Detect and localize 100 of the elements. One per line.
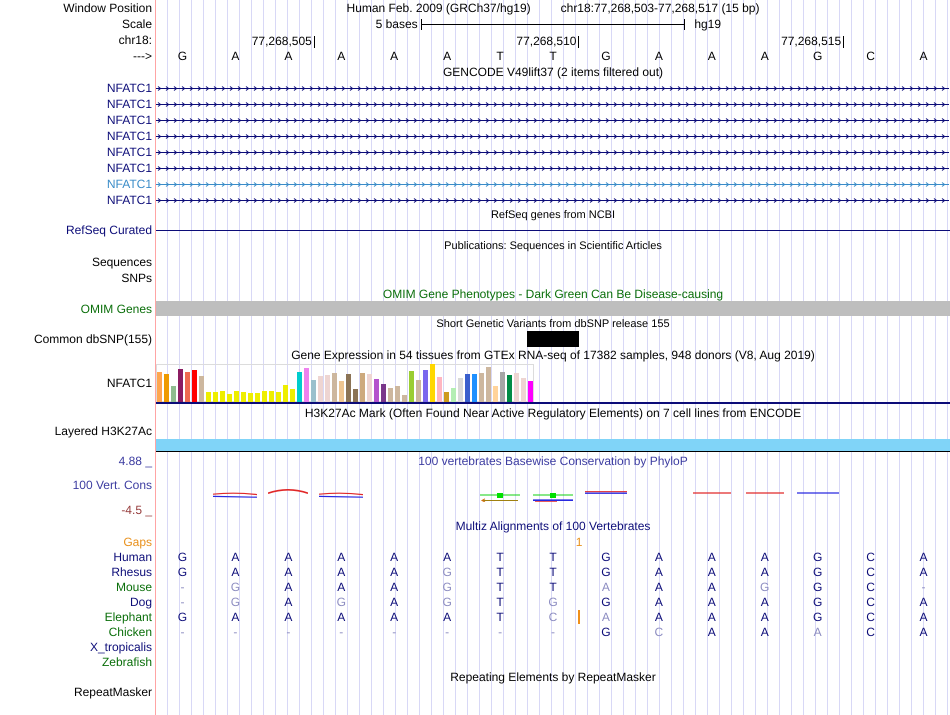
aligned-base: G (601, 564, 611, 578)
track-label: OMIM Genes (80, 302, 152, 316)
aligned-base: A (284, 594, 292, 608)
aligned-base: C (866, 564, 875, 578)
track-label: RepeatMasker (74, 685, 152, 699)
aligned-base: A (337, 564, 346, 578)
aligned-base: A (760, 624, 769, 638)
conservation-mark (268, 489, 308, 494)
aligned-base: G (601, 594, 611, 608)
aligned-base: A (443, 610, 452, 624)
conservation-mark (746, 492, 784, 494)
conservation-mark (532, 493, 573, 502)
aligned-base: A (443, 550, 452, 564)
aligned-base: A (390, 610, 398, 624)
aligned-base: A (920, 550, 928, 564)
aligned-base: C (866, 610, 875, 624)
aligned-base: A (337, 610, 346, 624)
aligned-base: G (178, 610, 188, 624)
aligned-base: T (549, 564, 557, 578)
aligned-base: A (760, 564, 769, 578)
base-letter: T (496, 49, 504, 63)
aligned-base: G (812, 594, 822, 608)
aligned-base: A (390, 564, 398, 578)
position-label: 77,268,515 (781, 34, 842, 48)
aligned-base: T (549, 550, 557, 564)
track-title: OMIM Gene Phenotypes - Dark Green Can Be Disease-causing (382, 286, 724, 300)
track-label: SNPs (121, 271, 152, 285)
base-letter: A (337, 49, 346, 63)
aligned-base: G (442, 580, 452, 594)
base-letter: A (390, 49, 398, 63)
row-label: chr18: (118, 33, 152, 47)
aligned-base: A (760, 594, 769, 608)
aligned-base: A (708, 564, 716, 578)
species-label: Dog (130, 594, 152, 608)
aligned-base: T (496, 550, 504, 564)
aligned-base: A (654, 610, 663, 624)
aligned-base: - (498, 624, 502, 638)
aligned-base: G (601, 550, 611, 564)
aligned-base: A (760, 610, 769, 624)
aligned-base: A (920, 594, 928, 608)
aligned-base: C (866, 624, 875, 638)
aligned-base: T (496, 610, 504, 624)
aligned-base: G (230, 580, 240, 594)
aligned-base: A (284, 564, 292, 578)
position-label: 77,268,510 (516, 34, 576, 48)
track-label: 100 Vert. Cons (72, 478, 152, 492)
aligned-base: G (812, 564, 822, 578)
species-label: Rhesus (111, 564, 152, 578)
aligned-base: G (230, 594, 240, 608)
aligned-base: T (496, 580, 504, 594)
track-title: 100 vertebrates Basewise Conservation by PhyloP (418, 454, 688, 468)
aligned-base: A (337, 580, 346, 594)
track-title: Repeating Elements by RepeatMasker (450, 670, 656, 684)
ruler-tick (578, 36, 580, 48)
aligned-base: G (178, 550, 188, 564)
species-label: X_tropicalis (90, 640, 152, 654)
position-text: chr18:77,268,503-77,268,517 (15 bp) (560, 1, 760, 15)
aligned-base: - (180, 594, 184, 608)
gap-count: 1 (576, 534, 582, 548)
track-title: Publications: Sequences in Scientific Articles (444, 240, 662, 252)
track-title: GENCODE V49lift37 (2 items filtered out) (442, 65, 664, 79)
aligned-base: - (550, 624, 555, 638)
aligned-base: G (336, 594, 346, 608)
base-letter: G (812, 49, 822, 63)
gene-label: NFATC1 (106, 376, 152, 390)
aligned-base: A (760, 550, 769, 564)
conservation-mark (584, 491, 627, 494)
aligned-base: G (812, 610, 822, 624)
aligned-base: T (496, 594, 504, 608)
gene-label: NFATC1 (106, 81, 152, 95)
track-title: Multiz Alignments of 100 Vertebrates (456, 519, 650, 533)
track-title: Gene Expression in 54 tissues from GTEx RNA-seq of 17382 samples, 948 donors (V8, Aug 2019) (291, 348, 815, 362)
gene-label: NFATC1 (106, 129, 152, 143)
aligned-base: C (866, 550, 875, 564)
aligned-base: - (445, 624, 450, 638)
aligned-base: G (442, 564, 452, 578)
aligned-base: G (548, 594, 558, 608)
aligned-base: C (866, 580, 875, 594)
track-label: Common dbSNP(155) (34, 332, 152, 346)
aligned-base: A (602, 610, 610, 624)
row-label: Window Position (63, 1, 152, 15)
aligned-base: G (442, 594, 452, 608)
track-label: Sequences (92, 255, 152, 269)
gene-label: NFATC1 (106, 177, 152, 191)
aligned-base: - (180, 624, 184, 638)
aligned-base: T (549, 580, 557, 594)
aligned-base: A (231, 610, 240, 624)
base-letter: C (866, 49, 875, 63)
base-letter: G (601, 49, 611, 63)
aligned-base: - (233, 624, 238, 638)
base-letter: A (760, 49, 769, 63)
scale-text: 5 bases (376, 17, 418, 31)
aligned-base: A (708, 594, 716, 608)
aligned-base: G (601, 624, 611, 638)
gene-label: NFATC1 (106, 113, 152, 127)
species-label: Human (113, 550, 152, 564)
aligned-base: - (922, 580, 926, 594)
aligned-base: A (231, 564, 240, 578)
aligned-base: C (654, 624, 664, 638)
species-label: Mouse (116, 580, 152, 594)
